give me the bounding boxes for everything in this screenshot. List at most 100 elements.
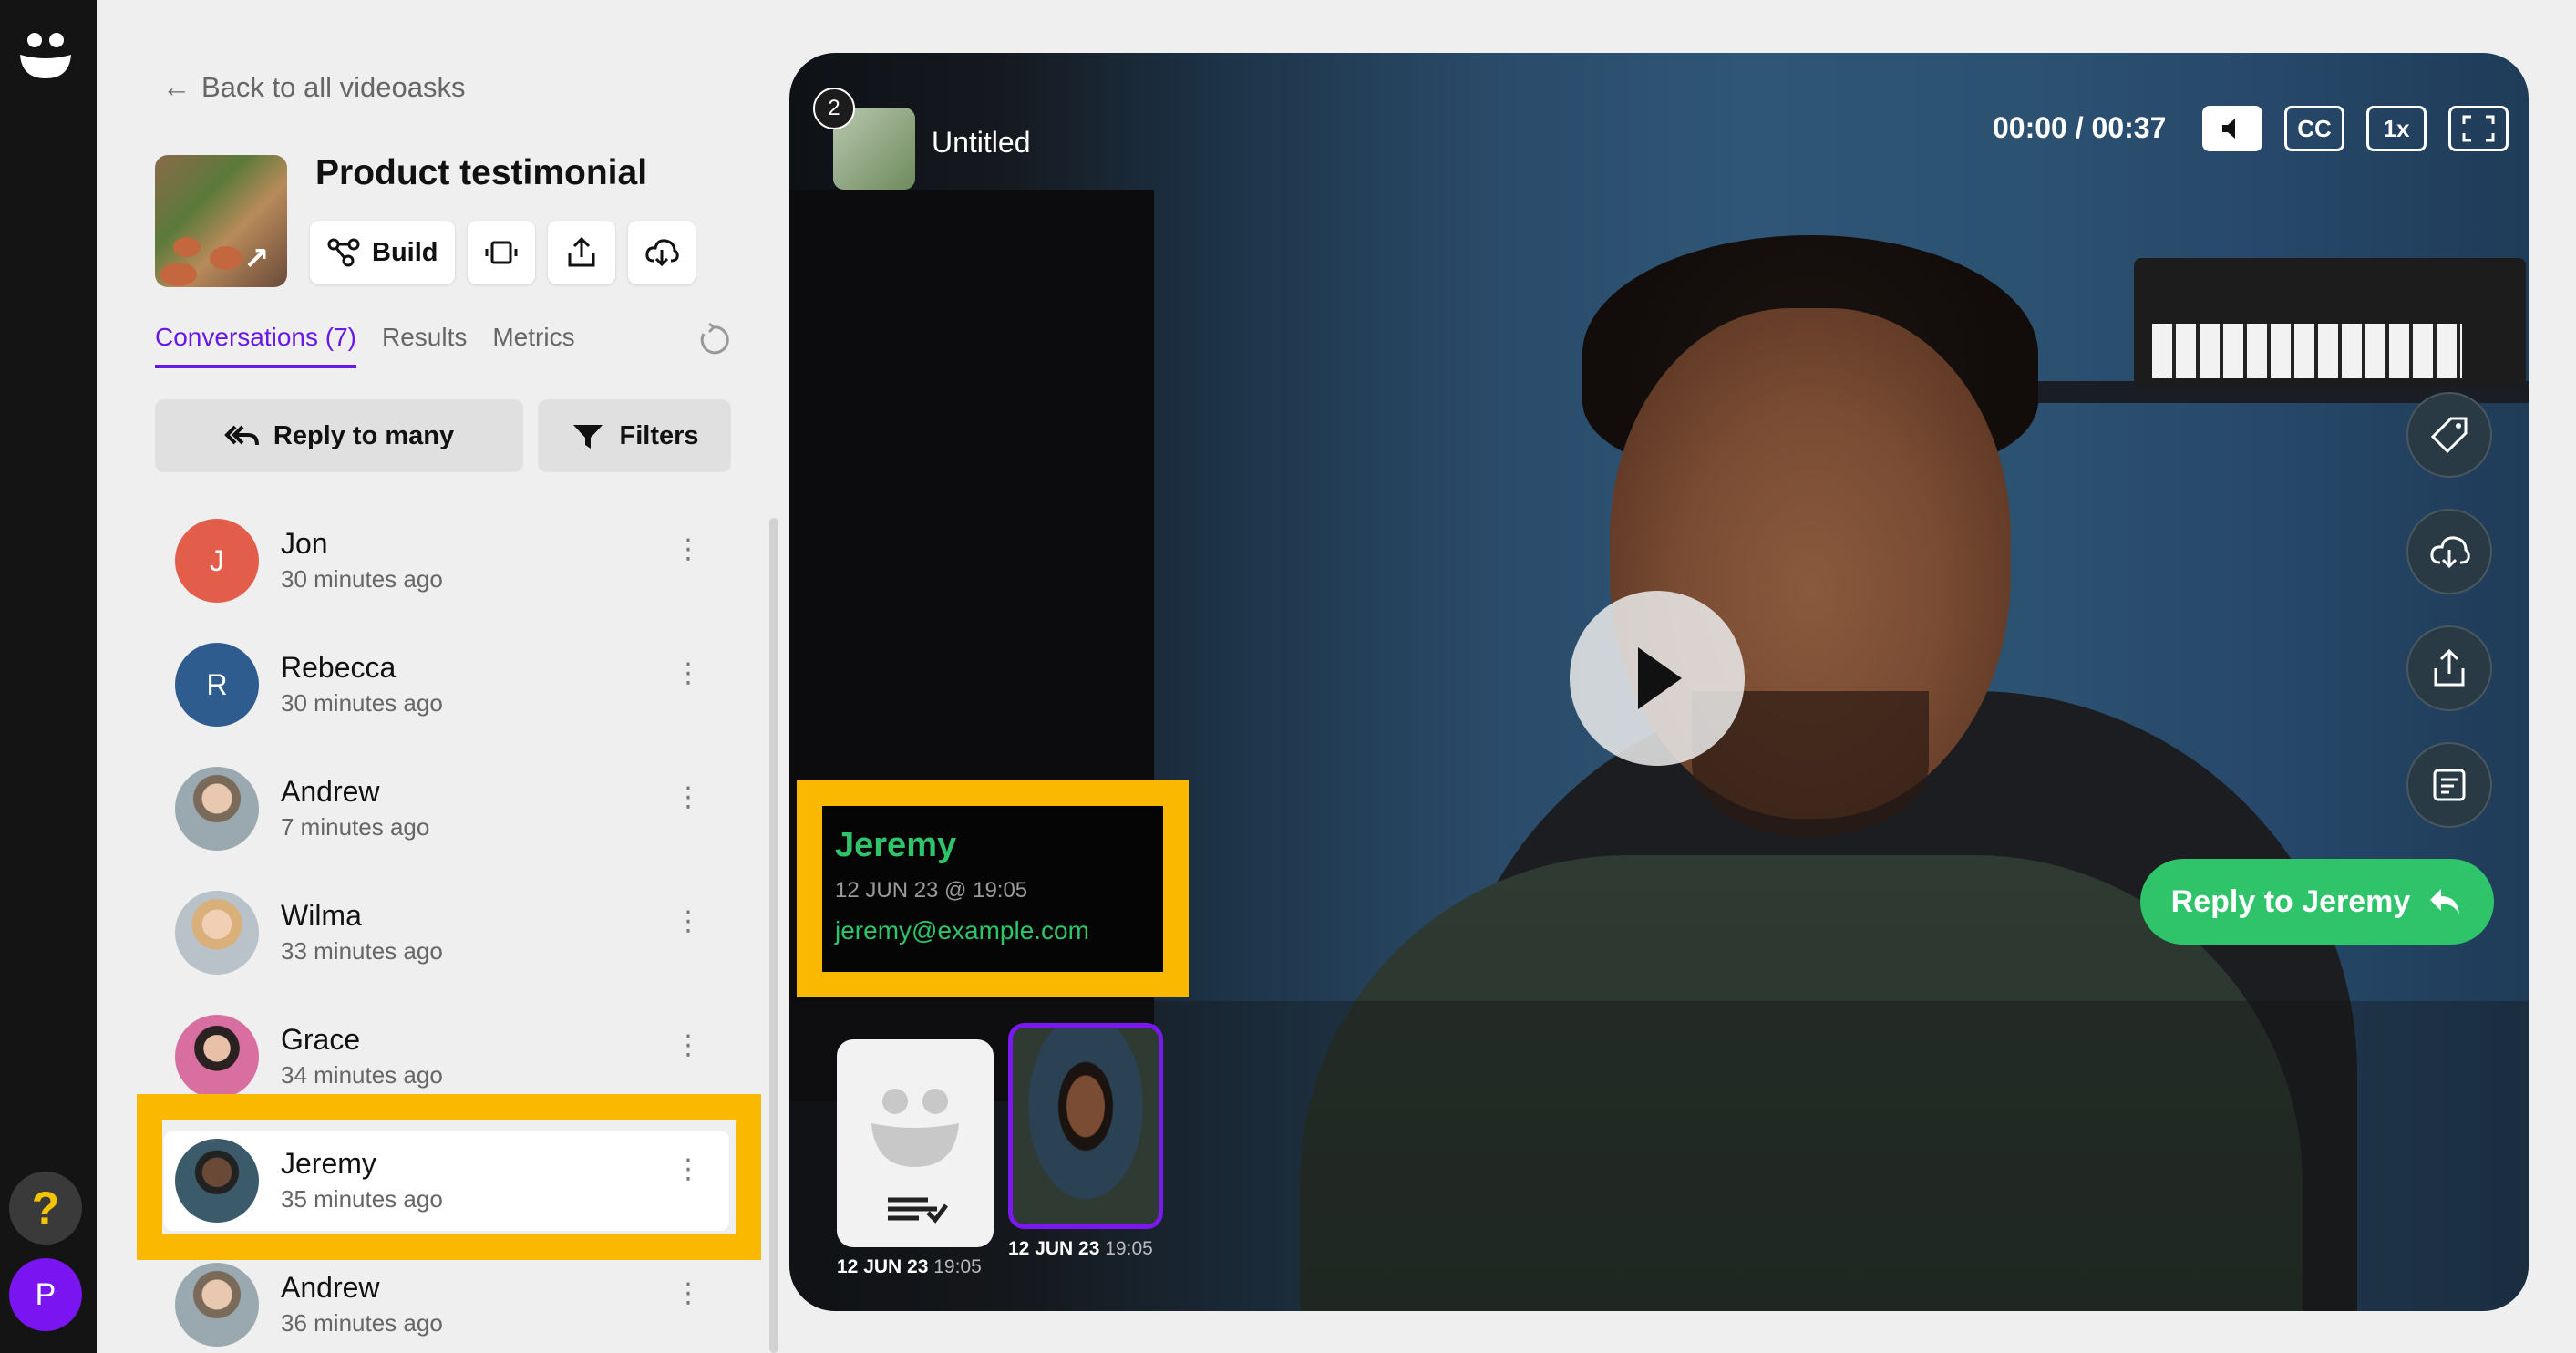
download-video-button[interactable] [2406, 509, 2492, 594]
conversation-time: 36 minutes ago [281, 1309, 443, 1337]
download-button[interactable] [627, 221, 696, 284]
pot-shape [160, 263, 197, 286]
reply-to-many-label: Reply to many [273, 420, 455, 450]
conversation-time: 7 minutes ago [281, 813, 430, 841]
speed-button[interactable]: 1x [2366, 106, 2427, 151]
filter-icon [573, 425, 603, 449]
reply-to-respondent-button[interactable]: Reply to Jeremy [2140, 859, 2494, 945]
conversation-name: Grace [281, 1023, 361, 1056]
videoask-logo-icon[interactable] [16, 26, 75, 84]
play-icon [1638, 647, 1682, 709]
list-item[interactable]: Andrew 36 minutes ago ⋮ [155, 1255, 738, 1353]
mute-button[interactable] [2202, 106, 2262, 151]
avatar: R [175, 643, 259, 727]
embed-button[interactable] [467, 221, 535, 284]
smiley-icon [871, 1089, 959, 1224]
more-options-icon[interactable]: ⋮ [675, 536, 702, 563]
videoask-toolbar: Build [310, 221, 696, 284]
respondent-email[interactable]: jeremy@example.com [835, 916, 1150, 945]
share-icon [568, 236, 594, 267]
reply-label: Reply to Jeremy [2170, 883, 2411, 919]
clip-caption: 12 JUN 23 19:05 [837, 1256, 982, 1278]
conversation-name: Rebecca [281, 651, 397, 684]
list-item[interactable]: Andrew 7 minutes ago ⋮ [155, 759, 738, 859]
video-player[interactable]: 2 Untitled 00:00 / 00:37 CC 1x Reply to … [789, 53, 2529, 1311]
avatar: J [175, 519, 259, 603]
keyboard-keys [2152, 324, 2462, 378]
share-video-button[interactable] [2406, 625, 2492, 711]
selection-highlight [137, 1094, 761, 1260]
respondent-info-highlight: Jeremy 12 JUN 23 @ 19:05 jeremy@example.… [797, 780, 1189, 997]
videoask-thumbnail[interactable]: ↗ [155, 155, 287, 287]
tab-conversations[interactable]: Conversations (7) [155, 323, 356, 368]
respondent-info: Jeremy 12 JUN 23 @ 19:05 jeremy@example.… [822, 806, 1163, 972]
tag-button[interactable] [2406, 392, 2492, 478]
more-options-icon[interactable]: ⋮ [675, 908, 702, 935]
conversation-time: 34 minutes ago [281, 1061, 443, 1089]
transcript-icon [2433, 769, 2466, 801]
filters-button[interactable]: Filters [538, 399, 731, 472]
fullscreen-button[interactable] [2448, 106, 2509, 151]
list-item[interactable]: R Rebecca 30 minutes ago ⋮ [155, 635, 738, 735]
flow-icon [327, 238, 360, 267]
reply-all-icon [224, 425, 259, 446]
text-answer-clip[interactable] [837, 1039, 994, 1247]
more-options-icon[interactable]: ⋮ [675, 784, 702, 811]
list-item[interactable]: Grace 34 minutes ago ⋮ [155, 1007, 738, 1107]
clip-date: 12 JUN 23 [837, 1256, 929, 1277]
filters-label: Filters [619, 420, 699, 450]
respondent-date: 12 JUN 23 @ 19:05 [835, 878, 1028, 903]
conversation-time: 33 minutes ago [281, 937, 443, 965]
step-count-badge: 2 [813, 88, 855, 129]
panel-tabs: Conversations (7) Results Metrics [155, 323, 575, 368]
fullscreen-icon [2462, 115, 2495, 142]
video-title: Untitled [932, 126, 1031, 159]
avatar [175, 1015, 259, 1099]
avatar [175, 767, 259, 851]
more-options-icon[interactable]: ⋮ [675, 1280, 702, 1307]
pot-shape [173, 237, 201, 257]
refresh-icon[interactable] [695, 321, 733, 359]
more-options-icon[interactable]: ⋮ [675, 660, 702, 687]
cloud-download-icon [2430, 536, 2470, 569]
conversation-name: Wilma [281, 899, 362, 932]
conversation-name: Andrew [281, 775, 380, 808]
list-item[interactable]: Wilma 33 minutes ago ⋮ [155, 883, 738, 983]
open-external-icon: ↗ [243, 242, 270, 276]
clip-date: 12 JUN 23 [1008, 1238, 1100, 1259]
clip-time: 19:05 [1105, 1238, 1153, 1259]
reply-to-many-button[interactable]: Reply to many [155, 399, 523, 472]
more-options-icon[interactable]: ⋮ [675, 1032, 702, 1059]
share-button[interactable] [547, 221, 615, 284]
conversation-time: 30 minutes ago [281, 689, 443, 717]
build-button[interactable]: Build [310, 221, 455, 284]
list-item[interactable]: J Jon 30 minutes ago ⋮ [155, 511, 738, 611]
volume-icon [2222, 119, 2235, 139]
arrow-left-icon: ← [162, 71, 191, 103]
app-rail: ? P [0, 0, 97, 1353]
share-icon [2434, 648, 2465, 687]
build-label: Build [372, 237, 438, 267]
list-scrollbar[interactable] [769, 518, 778, 1353]
video-answer-clip[interactable] [1008, 1023, 1163, 1229]
back-link[interactable]: ← Back to all videoasks [162, 71, 465, 104]
clip-caption: 12 JUN 23 19:05 [1008, 1238, 1153, 1260]
conversation-name: Andrew [281, 1271, 380, 1304]
avatar [175, 891, 259, 975]
reply-icon [2430, 889, 2460, 914]
background-keyboard [2134, 258, 2526, 386]
clip-time: 19:05 [933, 1256, 982, 1277]
transcript-button[interactable] [2406, 742, 2492, 828]
back-link-label: Back to all videoasks [201, 71, 466, 103]
videoask-title: Product testimonial [315, 153, 648, 192]
avatar [175, 1263, 259, 1347]
tag-icon [2430, 417, 2468, 454]
profile-avatar[interactable]: P [9, 1258, 82, 1331]
captions-button[interactable]: CC [2284, 106, 2344, 151]
tab-metrics[interactable]: Metrics [492, 323, 574, 368]
help-button[interactable]: ? [9, 1172, 82, 1245]
embed-icon [485, 241, 517, 264]
respondent-name: Jeremy [835, 826, 957, 864]
play-button[interactable] [1570, 591, 1745, 766]
tab-results[interactable]: Results [382, 323, 467, 368]
